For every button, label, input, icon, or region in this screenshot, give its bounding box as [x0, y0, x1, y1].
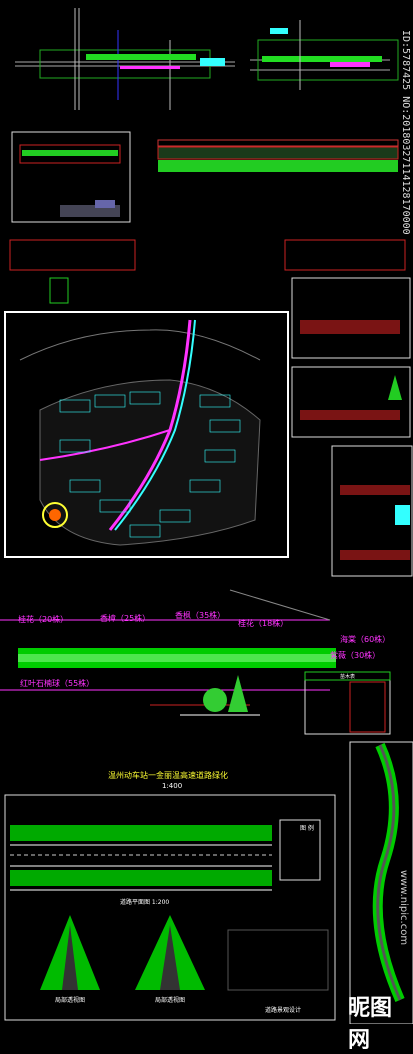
section-scale: 1:400 [162, 782, 183, 790]
detail-sheet-1 [291, 277, 411, 359]
sheet-frame-left [11, 131, 131, 223]
nipic-logo: 昵图网 [348, 996, 393, 1053]
label-osmanthus-left: 桂花（20株） [18, 615, 69, 624]
detail-sheet-2 [291, 366, 411, 438]
road-plan-drawing [10, 825, 272, 891]
red-grid-right [284, 239, 406, 271]
perspective-right [135, 915, 205, 990]
nipic-url: www.nipic.com [398, 870, 409, 946]
label-camphor: 香樟（25株） [100, 614, 151, 623]
notes-block [227, 929, 329, 991]
label-privet-ball: 红叶石楠球（55株） [20, 679, 95, 688]
small-legend-box [49, 277, 69, 304]
perspective-right-caption: 局部透视图 [155, 997, 186, 1004]
legend-title: 图 例 [300, 825, 314, 832]
perspective-left [40, 915, 100, 990]
top-road-plan-right [250, 20, 399, 90]
label-osmanthus-right: 桂花（18株） [238, 619, 289, 628]
cad-drawing-canvas [0, 8, 413, 1024]
plant-table [304, 671, 391, 735]
plant-table-title: 苗木表 [340, 674, 356, 680]
label-bamboo: 紫薇（30株） [330, 651, 381, 660]
tree-elevation [180, 675, 260, 716]
perspective-left-caption: 局部透视图 [55, 997, 86, 1004]
label-crabapple: 海棠（60株） [340, 635, 391, 644]
road-plan-title: 道路平面图 1:200 [120, 899, 170, 906]
road-design-caption: 道路景观设计 [265, 1007, 302, 1014]
section-title: 温州动车站一金丽温高速道路绿化 [108, 771, 228, 780]
elevation-strip [157, 139, 399, 172]
red-grid-left [9, 239, 136, 271]
top-road-plan-left [15, 8, 235, 110]
label-sweetgum: 香枫（35株） [175, 611, 226, 620]
